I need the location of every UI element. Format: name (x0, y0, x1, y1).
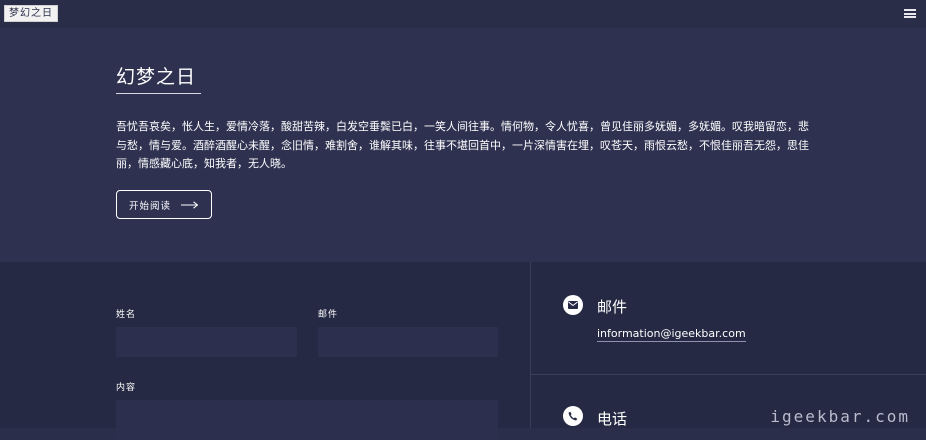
contact-section: 姓名 邮件 内容 邮件 information@igeekbar.com 电话 … (0, 262, 926, 440)
email-input[interactable] (318, 327, 498, 357)
email-title: 邮件 (597, 298, 628, 316)
contact-divider (531, 374, 926, 375)
content-label: 内容 (116, 383, 137, 393)
column-divider (530, 262, 531, 428)
top-bar: 梦幻之日 (0, 0, 926, 28)
title-underline (116, 93, 201, 94)
phone-icon (563, 406, 583, 426)
name-input[interactable] (116, 327, 297, 357)
page-title: 幻梦之日 (116, 66, 197, 88)
content-textarea[interactable] (116, 400, 498, 440)
hero-banner: 幻梦之日 吾忧吾哀矣，怅人生，爱情冷落，酸甜苦辣，白发空垂鬓已白，一笑人间往事。… (0, 28, 926, 262)
envelope-icon (563, 295, 583, 315)
phone-title: 电话 (597, 410, 628, 428)
arrow-right-icon (181, 200, 199, 209)
intro-text: 吾忧吾哀矣，怅人生，爱情冷落，酸甜苦辣，白发空垂鬓已白，一笑人间往事。情何物，令… (116, 120, 809, 170)
start-reading-button[interactable]: 开始阅读 (116, 190, 212, 219)
email-label: 邮件 (318, 310, 339, 320)
name-label: 姓名 (116, 310, 137, 320)
email-link[interactable]: information@igeekbar.com (597, 327, 746, 342)
site-watermark: igeekbar.com (770, 407, 910, 426)
hamburger-menu-icon[interactable] (904, 9, 916, 18)
site-logo[interactable]: 梦幻之日 (4, 5, 58, 22)
start-reading-label: 开始阅读 (128, 200, 171, 212)
